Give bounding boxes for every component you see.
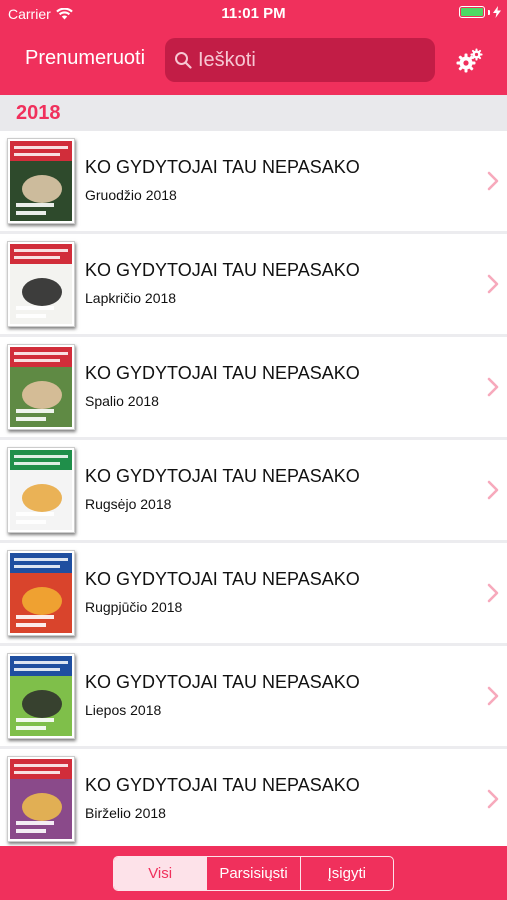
gear-icon <box>456 48 483 73</box>
chevron-right-icon <box>487 583 499 603</box>
cover-headline-line <box>16 211 46 215</box>
chevron-right-icon <box>487 480 499 500</box>
cover-headline-line <box>16 306 54 310</box>
chevron-right-icon <box>487 274 499 294</box>
cover-illustration <box>22 587 62 615</box>
cover-headline-line <box>16 417 46 421</box>
issue-date: Rugpjūčio 2018 <box>85 599 183 615</box>
cover-image <box>10 367 72 427</box>
cover-image <box>10 264 72 324</box>
cover-illustration <box>22 381 62 409</box>
cover-headline-line <box>16 726 46 730</box>
issue-cover-thumbnail <box>7 344 75 430</box>
cover-image <box>10 676 72 736</box>
cover-image <box>10 779 72 839</box>
issue-row[interactable]: KO GYDYTOJAI TAU NEPASAKO Spalio 2018 <box>0 337 507 437</box>
issue-row[interactable]: KO GYDYTOJAI TAU NEPASAKO Birželio 2018 <box>0 749 507 849</box>
charging-bolt-icon <box>493 6 501 18</box>
cover-masthead <box>10 553 72 573</box>
cover-masthead <box>10 759 72 779</box>
cover-image <box>10 470 72 530</box>
cover-headline-line <box>16 615 54 619</box>
settings-button[interactable] <box>455 46 485 76</box>
search-bar[interactable] <box>165 38 435 82</box>
section-title: 2018 <box>16 101 61 124</box>
search-input[interactable] <box>198 48 428 72</box>
issue-cover-thumbnail <box>7 756 75 842</box>
issue-title: KO GYDYTOJAI TAU NEPASAKO <box>85 672 360 692</box>
issue-row[interactable]: KO GYDYTOJAI TAU NEPASAKO Gruodžio 2018 <box>0 131 507 231</box>
issue-title: KO GYDYTOJAI TAU NEPASAKO <box>85 466 360 486</box>
battery-fill <box>461 8 483 16</box>
cover-headline-line <box>16 829 46 833</box>
app-header: Carrier 11:01 PM Prenumeruoti <box>0 0 507 95</box>
issue-date: Birželio 2018 <box>85 805 166 821</box>
issue-title: KO GYDYTOJAI TAU NEPASAKO <box>85 363 360 383</box>
issue-cover-thumbnail <box>7 550 75 636</box>
cover-masthead <box>10 244 72 264</box>
battery-indicator <box>459 6 501 18</box>
bottom-toolbar: Visi Parsisiųsti Įsigyti <box>0 846 507 900</box>
issue-cover-thumbnail <box>7 653 75 739</box>
cover-illustration <box>22 793 62 821</box>
cover-headline-line <box>16 718 54 722</box>
cover-headline-line <box>16 314 46 318</box>
issue-list: KO GYDYTOJAI TAU NEPASAKO Gruodžio 2018 … <box>0 131 507 852</box>
issue-row[interactable]: KO GYDYTOJAI TAU NEPASAKO Rugpjūčio 2018 <box>0 543 507 643</box>
filter-segmented-control: Visi Parsisiųsti Įsigyti <box>113 856 394 891</box>
battery-tip <box>488 9 490 15</box>
search-icon <box>175 52 192 69</box>
cover-illustration <box>22 690 62 718</box>
section-header-year: 2018 <box>0 95 507 131</box>
subscribe-button[interactable]: Prenumeruoti <box>25 47 145 70</box>
issue-cover-thumbnail <box>7 138 75 224</box>
cover-masthead <box>10 347 72 367</box>
cover-masthead <box>10 656 72 676</box>
issue-title: KO GYDYTOJAI TAU NEPASAKO <box>85 775 360 795</box>
cover-image <box>10 161 72 221</box>
chevron-right-icon <box>487 377 499 397</box>
cover-headline-line <box>16 512 54 516</box>
issue-row[interactable]: KO GYDYTOJAI TAU NEPASAKO Lapkričio 2018 <box>0 234 507 334</box>
filter-segment[interactable]: Parsisiųsti <box>206 857 299 890</box>
cover-headline-line <box>16 821 54 825</box>
battery-icon <box>459 6 485 18</box>
issue-title: KO GYDYTOJAI TAU NEPASAKO <box>85 157 360 177</box>
cover-image <box>10 573 72 633</box>
issue-date: Rugsėjo 2018 <box>85 496 172 512</box>
cover-illustration <box>22 278 62 306</box>
issue-title: KO GYDYTOJAI TAU NEPASAKO <box>85 569 360 589</box>
cover-headline-line <box>16 203 54 207</box>
cover-masthead <box>10 141 72 161</box>
issue-date: Liepos 2018 <box>85 702 162 718</box>
issue-row[interactable]: KO GYDYTOJAI TAU NEPASAKO Liepos 2018 <box>0 646 507 746</box>
issue-cover-thumbnail <box>7 447 75 533</box>
issue-row[interactable]: KO GYDYTOJAI TAU NEPASAKO Rugsėjo 2018 <box>0 440 507 540</box>
cover-headline-line <box>16 409 54 413</box>
status-bar: Carrier 11:01 PM <box>0 0 507 28</box>
issue-title: KO GYDYTOJAI TAU NEPASAKO <box>85 260 360 280</box>
issue-date: Spalio 2018 <box>85 393 159 409</box>
chevron-right-icon <box>487 686 499 706</box>
status-time: 11:01 PM <box>221 5 286 22</box>
cover-headline-line <box>16 623 46 627</box>
cover-illustration <box>22 175 62 203</box>
filter-segment[interactable]: Visi <box>114 857 207 890</box>
chevron-right-icon <box>487 789 499 809</box>
navigation-bar: Prenumeruoti <box>0 37 507 83</box>
filter-segment[interactable]: Įsigyti <box>299 857 393 890</box>
cover-masthead <box>10 450 72 470</box>
issue-date: Gruodžio 2018 <box>85 187 177 203</box>
cover-headline-line <box>16 520 46 524</box>
issue-cover-thumbnail <box>7 241 75 327</box>
cover-illustration <box>22 484 62 512</box>
issue-date: Lapkričio 2018 <box>85 290 177 306</box>
chevron-right-icon <box>487 171 499 191</box>
